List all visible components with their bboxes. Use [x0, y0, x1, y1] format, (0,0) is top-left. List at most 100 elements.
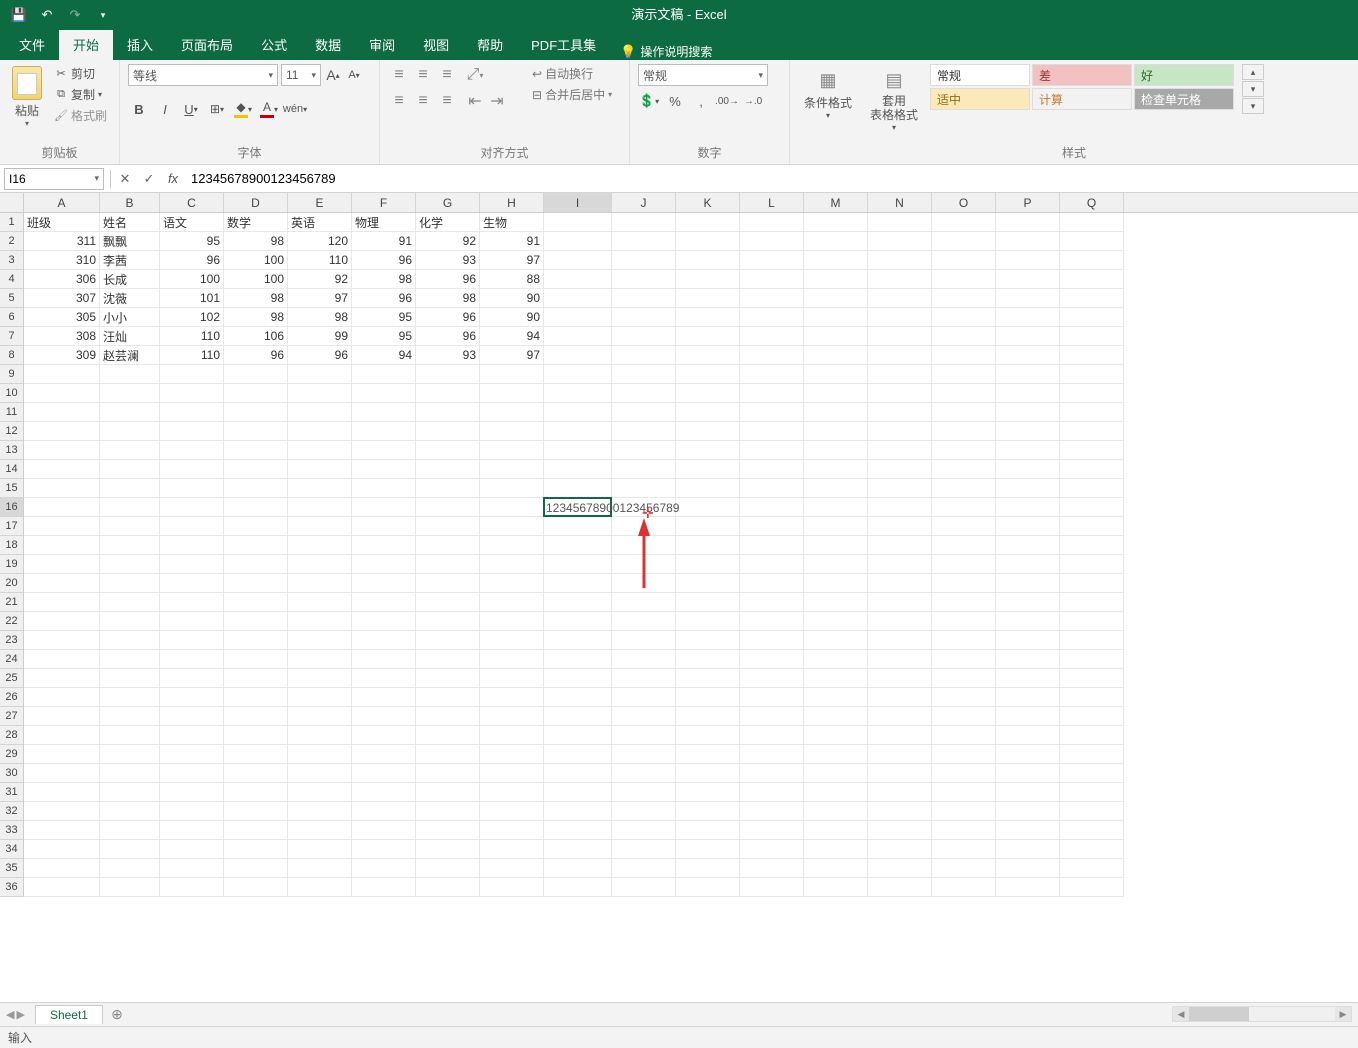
col-header-J[interactable]: J — [612, 193, 676, 212]
col-header-K[interactable]: K — [676, 193, 740, 212]
row-header-24[interactable]: 24 — [0, 650, 23, 669]
cell[interactable] — [24, 745, 100, 764]
cell[interactable] — [24, 441, 100, 460]
cell[interactable] — [1060, 270, 1124, 289]
cell[interactable] — [612, 669, 676, 688]
cell[interactable] — [544, 840, 612, 859]
align-bottom-button[interactable]: ≡ — [436, 64, 458, 86]
ribbon-tab-7[interactable]: 视图 — [409, 29, 463, 60]
paste-button[interactable]: 粘贴 ▾ — [8, 64, 46, 130]
save-icon[interactable]: 💾 — [10, 6, 28, 24]
cell[interactable] — [612, 422, 676, 441]
cell[interactable] — [288, 403, 352, 422]
cell[interactable] — [416, 593, 480, 612]
cell[interactable] — [160, 783, 224, 802]
cell[interactable] — [996, 840, 1060, 859]
cell[interactable] — [288, 593, 352, 612]
cell[interactable] — [480, 726, 544, 745]
cell[interactable] — [160, 802, 224, 821]
cell[interactable] — [480, 384, 544, 403]
row-header-13[interactable]: 13 — [0, 441, 23, 460]
cell[interactable] — [740, 403, 804, 422]
cell[interactable] — [24, 707, 100, 726]
wrap-text-button[interactable]: ↩ 自动换行 — [529, 64, 615, 83]
cell[interactable] — [288, 517, 352, 536]
cell[interactable] — [612, 783, 676, 802]
cell[interactable]: 92 — [416, 232, 480, 251]
cell[interactable] — [224, 555, 288, 574]
cell[interactable] — [160, 669, 224, 688]
cell[interactable] — [740, 688, 804, 707]
cell[interactable] — [352, 859, 416, 878]
cell[interactable] — [544, 688, 612, 707]
cell[interactable] — [544, 441, 612, 460]
cell[interactable]: 化学 — [416, 213, 480, 232]
cell[interactable] — [740, 802, 804, 821]
cell[interactable] — [676, 612, 740, 631]
cell[interactable] — [100, 726, 160, 745]
cell[interactable] — [1060, 707, 1124, 726]
cell[interactable]: 96 — [352, 289, 416, 308]
cell[interactable] — [160, 631, 224, 650]
cell[interactable] — [416, 441, 480, 460]
cell[interactable] — [224, 650, 288, 669]
cell[interactable] — [996, 365, 1060, 384]
redo-icon[interactable]: ↷ — [66, 6, 84, 24]
cell[interactable] — [804, 859, 868, 878]
cell[interactable] — [612, 517, 676, 536]
cell[interactable] — [224, 384, 288, 403]
cell[interactable] — [352, 745, 416, 764]
cell[interactable] — [1060, 308, 1124, 327]
cell[interactable]: 96 — [224, 346, 288, 365]
cell[interactable]: 308 — [24, 327, 100, 346]
shrink-font-button[interactable]: A▾ — [345, 64, 363, 86]
cell[interactable] — [932, 802, 996, 821]
cell[interactable] — [544, 802, 612, 821]
cell[interactable] — [676, 270, 740, 289]
col-header-I[interactable]: I — [544, 193, 612, 212]
ribbon-tab-4[interactable]: 公式 — [247, 29, 301, 60]
cell[interactable] — [804, 669, 868, 688]
cell[interactable]: 小小 — [100, 308, 160, 327]
cell[interactable] — [24, 802, 100, 821]
cell[interactable] — [352, 574, 416, 593]
cell[interactable] — [416, 517, 480, 536]
cell[interactable] — [100, 688, 160, 707]
cell[interactable]: 96 — [416, 270, 480, 289]
cell[interactable] — [100, 631, 160, 650]
cell[interactable] — [740, 517, 804, 536]
cell[interactable] — [100, 593, 160, 612]
cell[interactable] — [740, 327, 804, 346]
ribbon-tab-5[interactable]: 数据 — [301, 29, 355, 60]
cell[interactable] — [160, 821, 224, 840]
cell[interactable] — [676, 536, 740, 555]
cell[interactable] — [544, 707, 612, 726]
cell[interactable] — [676, 308, 740, 327]
cell[interactable] — [932, 859, 996, 878]
cell[interactable] — [740, 270, 804, 289]
row-header-10[interactable]: 10 — [0, 384, 23, 403]
cell[interactable] — [676, 650, 740, 669]
cell[interactable] — [868, 821, 932, 840]
cell[interactable] — [932, 821, 996, 840]
cell[interactable] — [996, 878, 1060, 897]
cell[interactable]: 班级 — [24, 213, 100, 232]
cell[interactable] — [100, 479, 160, 498]
cell[interactable] — [676, 346, 740, 365]
cell[interactable] — [24, 460, 100, 479]
border-button[interactable]: ⊞▾ — [206, 98, 228, 120]
ribbon-tab-1[interactable]: 开始 — [59, 29, 113, 60]
cell[interactable] — [480, 745, 544, 764]
align-left-button[interactable]: ≡ — [388, 90, 410, 112]
cell[interactable] — [1060, 213, 1124, 232]
percent-format-button[interactable]: % — [664, 90, 686, 112]
style-bad[interactable]: 差 — [1032, 64, 1132, 86]
spreadsheet-grid[interactable]: ABCDEFGHIJKLMNOPQ 1234567891011121314151… — [0, 193, 1358, 1002]
cell[interactable] — [416, 764, 480, 783]
cell[interactable] — [676, 460, 740, 479]
cell[interactable] — [676, 631, 740, 650]
bold-button[interactable]: B — [128, 98, 150, 120]
cell[interactable]: 生物 — [480, 213, 544, 232]
cell[interactable] — [676, 878, 740, 897]
cell[interactable] — [544, 327, 612, 346]
